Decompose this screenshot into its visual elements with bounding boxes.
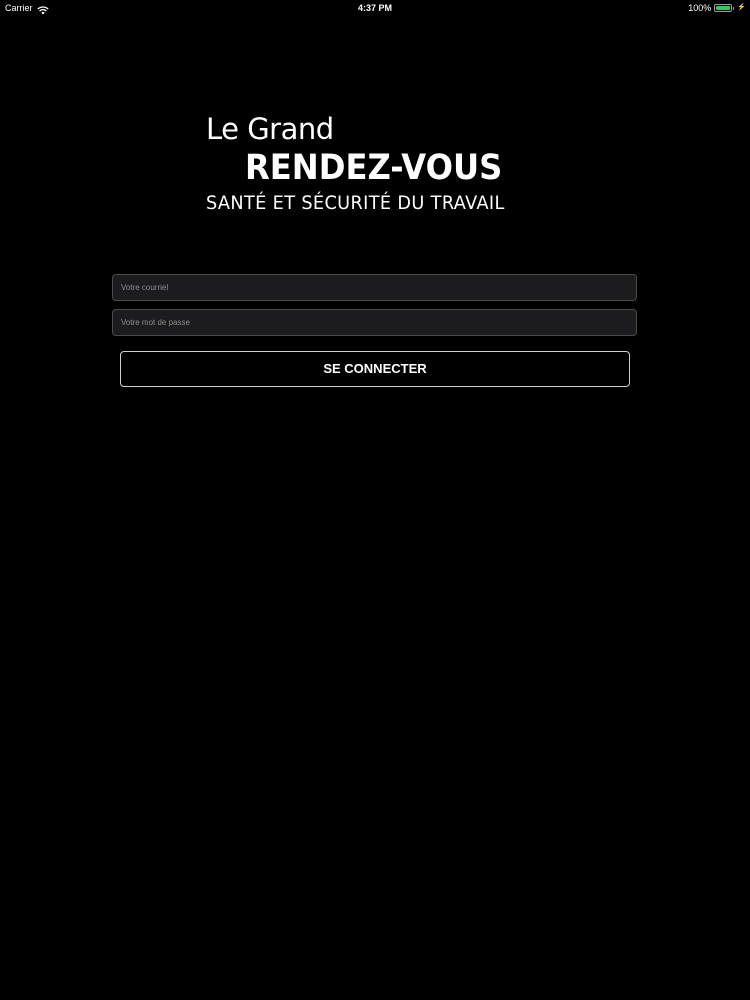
charging-icon: ⚡ bbox=[737, 4, 746, 11]
status-right: 100% ⚡ bbox=[688, 0, 746, 16]
status-bar: Carrier 4:37 PM 100% ⚡ bbox=[0, 0, 750, 16]
battery-icon bbox=[714, 4, 733, 12]
app-logo: Le Grand RENDEZ-VOUS SANTÉ ET SÉCURITÉ D… bbox=[204, 112, 549, 222]
battery-percentage: 100% bbox=[688, 3, 712, 13]
battery-tip bbox=[733, 6, 735, 10]
login-button[interactable]: SE CONNECTER bbox=[120, 351, 630, 387]
password-field[interactable] bbox=[112, 309, 637, 336]
logo-line-rendez-vous: RENDEZ-VOUS bbox=[245, 148, 503, 188]
email-field[interactable] bbox=[112, 274, 637, 301]
battery-fill bbox=[716, 6, 731, 10]
logo-line-subtitle: SANTÉ ET SÉCURITÉ DU TRAVAIL bbox=[206, 192, 505, 214]
status-time: 4:37 PM bbox=[357, 3, 392, 13]
logo-line-le-grand: Le Grand bbox=[206, 112, 334, 146]
